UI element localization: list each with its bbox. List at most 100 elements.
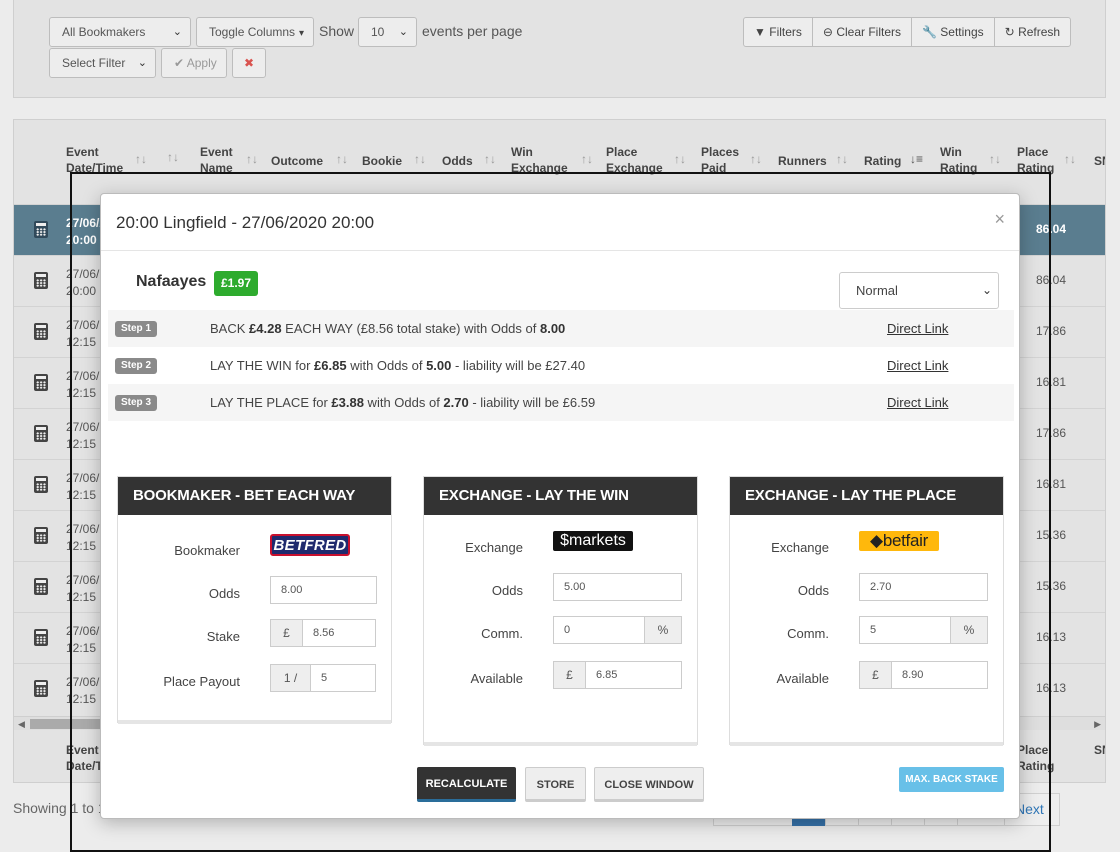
sort-icon[interactable]: ↑↓	[336, 152, 348, 166]
step-amount: £3.88	[331, 395, 364, 410]
place-available-input[interactable]: 8.90	[891, 661, 988, 689]
sort-icon[interactable]: ↑↓	[581, 152, 593, 166]
percent-addon: %	[644, 616, 682, 644]
table-actions-group: ▼ Filters ⊖ Clear Filters 🔧 Settings ↻ R…	[743, 17, 1072, 47]
place-payout-input[interactable]: 5	[310, 664, 376, 692]
sort-icon[interactable]: ↑↓	[167, 150, 179, 164]
step-odds: 8.00	[539, 321, 566, 336]
sort-icon[interactable]: ↑↓	[989, 152, 1001, 166]
sort-icon[interactable]: ↑↓	[750, 152, 762, 166]
header-event-date[interactable]: Event Date/Time	[66, 144, 128, 176]
sort-desc-icon[interactable]: ↓≡	[910, 152, 923, 166]
header-sn[interactable]: SN	[1094, 153, 1105, 169]
step-row: Step 2 LAY THE WIN for £6.85 with Odds o…	[108, 347, 1014, 384]
header-win-rating[interactable]: Win Rating	[940, 144, 980, 176]
step-amount: £6.85	[314, 358, 347, 373]
close-icon: ✖	[243, 56, 255, 70]
available-label: Available	[470, 671, 523, 686]
refresh-button[interactable]: ↻ Refresh	[993, 17, 1072, 47]
store-button[interactable]: STORE	[525, 767, 586, 802]
card-footer-bar	[730, 742, 1003, 746]
header-odds[interactable]: Odds	[442, 153, 473, 169]
close-icon[interactable]: ×	[994, 209, 1005, 230]
place-odds-input[interactable]: 2.70	[859, 573, 988, 601]
bookmaker-card: BOOKMAKER - BET EACH WAY Bookmaker BETFR…	[117, 476, 392, 724]
step-instruction: BACK £4.28 EACH WAY (£8.56 total stake) …	[210, 321, 565, 336]
header-place-rating[interactable]: Place Rating	[1017, 144, 1057, 176]
stake-input[interactable]: 8.56	[302, 619, 376, 647]
bookmaker-odds-input[interactable]: 8.00	[270, 576, 377, 604]
place-commission-input[interactable]: 5	[859, 616, 951, 644]
row-place-rating: 16.13	[1036, 681, 1067, 695]
header-places-paid[interactable]: Places Paid	[701, 144, 746, 176]
row-place-rating: 17.86	[1036, 324, 1067, 338]
wrench-icon: 🔧	[922, 25, 937, 39]
win-odds-input[interactable]: 5.00	[553, 573, 682, 601]
row-place-rating: 15.36	[1036, 579, 1067, 593]
direct-link[interactable]: Direct Link	[887, 358, 948, 373]
smarkets-logo: $markets	[553, 531, 633, 551]
calculator-icon[interactable]	[34, 527, 48, 544]
odds-label: Odds	[797, 583, 829, 598]
step-badge: Step 1	[115, 321, 158, 337]
betfair-logo: ◆betfair	[859, 531, 939, 551]
sort-icon[interactable]: ↑↓	[674, 152, 686, 166]
direct-link[interactable]: Direct Link	[887, 321, 948, 336]
header-bookie[interactable]: Bookie	[362, 153, 402, 169]
win-available-input[interactable]: 6.85	[585, 661, 682, 689]
mode-select-value: Normal	[856, 283, 898, 298]
scroll-right-icon[interactable]: ▶	[1094, 717, 1101, 731]
calculator-icon[interactable]	[34, 425, 48, 442]
calculator-icon[interactable]	[34, 323, 48, 340]
mode-select[interactable]: Normal ⌄	[839, 272, 999, 309]
step-odds: 5.00	[426, 358, 452, 373]
settings-button[interactable]: 🔧 Settings	[911, 17, 995, 47]
sort-icon[interactable]: ↑↓	[414, 152, 426, 166]
calculator-icon[interactable]	[34, 578, 48, 595]
bookmakers-select-value: All Bookmakers	[62, 25, 146, 39]
settings-label: Settings	[940, 25, 984, 39]
step-text-part: LAY THE PLACE for	[210, 395, 332, 410]
sort-icon[interactable]: ↑↓	[135, 152, 147, 166]
calculator-icon[interactable]	[34, 374, 48, 391]
refresh-icon: ↻	[1004, 25, 1015, 39]
header-outcome[interactable]: Outcome	[271, 153, 323, 169]
header-event-name[interactable]: Event Name	[200, 144, 245, 176]
bookmakers-select[interactable]: All Bookmakers ⌄	[49, 17, 191, 47]
header-place-exchange[interactable]: Place Exchange	[606, 144, 668, 176]
header-win-exchange[interactable]: Win Exchange	[511, 144, 573, 176]
recalculate-button[interactable]: RECALCULATE	[417, 767, 516, 802]
card-footer-bar	[424, 742, 697, 746]
direct-link[interactable]: Direct Link	[887, 395, 948, 410]
toggle-columns-button[interactable]: Toggle Columns ▾	[196, 17, 314, 47]
close-window-button[interactable]: CLOSE WINDOW	[594, 767, 704, 802]
step-instruction: LAY THE PLACE for £3.88 with Odds of 2.7…	[210, 395, 595, 410]
header-rating[interactable]: Rating	[864, 153, 901, 169]
apply-button[interactable]: ✔ Apply	[161, 48, 227, 78]
select-filter-dropdown[interactable]: Select Filter ⌄	[49, 48, 156, 78]
per-page-select[interactable]: 10 ⌄	[358, 17, 417, 47]
sort-icon[interactable]: ↑↓	[1064, 152, 1076, 166]
scroll-left-icon[interactable]: ◀	[18, 717, 25, 731]
sort-icon[interactable]: ↑↓	[484, 152, 496, 166]
calculator-icon[interactable]	[34, 680, 48, 697]
filters-button[interactable]: ▼ Filters	[743, 17, 813, 47]
step-badge: Step 2	[115, 358, 158, 374]
sort-icon[interactable]: ↑↓	[246, 152, 258, 166]
clear-filter-button[interactable]: ✖	[232, 48, 266, 78]
row-place-rating: 17.86	[1036, 426, 1067, 440]
clear-filters-button[interactable]: ⊖ Clear Filters	[811, 17, 912, 47]
step-text-part: with Odds of	[346, 358, 427, 373]
calculator-icon[interactable]	[34, 221, 48, 238]
max-back-stake-button[interactable]: MAX. BACK STAKE	[899, 767, 1004, 792]
header-runners[interactable]: Runners	[778, 153, 827, 169]
row-time: 20:00	[66, 233, 97, 247]
calculator-icon[interactable]	[34, 476, 48, 493]
calculator-icon[interactable]	[34, 272, 48, 289]
step-text-part: with Odds of	[363, 395, 444, 410]
step-badge: Step 3	[115, 395, 158, 411]
calculator-icon[interactable]	[34, 629, 48, 646]
win-commission-input[interactable]: 0	[553, 616, 645, 644]
sort-icon[interactable]: ↑↓	[836, 152, 848, 166]
row-place-rating: 16.13	[1036, 630, 1067, 644]
